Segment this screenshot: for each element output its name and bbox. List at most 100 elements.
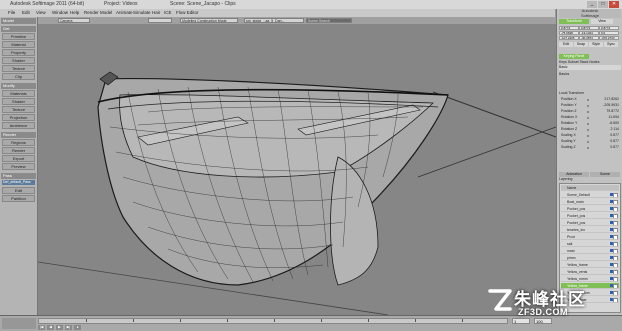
- select-check[interactable]: [613, 214, 618, 218]
- tab-view[interactable]: View: [591, 19, 613, 24]
- menu-animate[interactable]: Animate: [116, 9, 133, 17]
- param-rotation-x[interactable]: Rotation X 11.694: [561, 115, 621, 120]
- edit-tool[interactable]: Edit: [559, 42, 573, 47]
- export-button[interactable]: Export: [2, 155, 35, 162]
- menu-view[interactable]: View: [36, 9, 46, 17]
- select-check[interactable]: [613, 221, 618, 225]
- animation-dot[interactable]: [587, 122, 589, 125]
- explorer-filter[interactable]: Layering: [559, 177, 621, 182]
- keying-panel-button[interactable]: Keying Panel: [559, 54, 589, 59]
- param-position-x[interactable]: Position X 217.8262: [561, 97, 621, 102]
- shader-button[interactable]: Shader: [2, 57, 35, 64]
- select-check[interactable]: [613, 249, 618, 253]
- list-item[interactable]: Pocket_pos: [561, 206, 619, 212]
- select-check[interactable]: [613, 263, 618, 267]
- transform-field-7[interactable]: -107.2405: [559, 36, 579, 40]
- param-value[interactable]: 0.877: [597, 145, 619, 150]
- menu-simulate[interactable]: Simulate: [133, 9, 151, 17]
- pass-edit-button[interactable]: Edit: [2, 187, 35, 194]
- menu-help[interactable]: Help: [70, 9, 79, 17]
- style-tool[interactable]: Style: [589, 42, 603, 47]
- animation-dot[interactable]: [587, 128, 589, 131]
- select-check[interactable]: [613, 235, 618, 239]
- select-check[interactable]: [613, 242, 618, 246]
- param-value[interactable]: 0.877: [597, 139, 619, 144]
- animation-dot[interactable]: [587, 146, 589, 149]
- select-check[interactable]: [613, 193, 618, 197]
- menu-ice[interactable]: ICE: [164, 9, 172, 17]
- list-item[interactable]: mast: [561, 248, 619, 254]
- transform-field-4[interactable]: -75.6638: [559, 31, 579, 35]
- param-value[interactable]: 79.8772: [597, 109, 619, 114]
- transform-field-3[interactable]: 0.8774: [599, 26, 619, 30]
- list-item[interactable]: Yellow_frame: [561, 262, 619, 268]
- preview-button[interactable]: Preview: [2, 163, 35, 170]
- animation-dot[interactable]: [587, 116, 589, 119]
- ambience-button[interactable]: Ambience: [2, 122, 35, 129]
- animation-dot[interactable]: [587, 110, 589, 113]
- select-check[interactable]: [613, 270, 618, 274]
- transform-field-9[interactable]: -376.2733: [599, 36, 619, 40]
- section-local-transform[interactable]: Local Transform: [559, 91, 621, 96]
- snap-tool[interactable]: Snap: [574, 42, 588, 47]
- minimize-button[interactable]: _: [587, 1, 597, 8]
- animation-dot[interactable]: [587, 104, 589, 107]
- param-rotation-y[interactable]: Rotation Y -6.609: [561, 121, 621, 126]
- list-item[interactable]: pimm: [561, 255, 619, 261]
- list-item[interactable]: teraries_inc: [561, 227, 619, 233]
- animation-dot[interactable]: [587, 140, 589, 143]
- 3d-viewport[interactable]: Camera Modeling Construction Mode sm_sig…: [38, 17, 556, 315]
- select-check[interactable]: [613, 200, 618, 204]
- sync-tool[interactable]: Sync: [604, 42, 618, 47]
- transform-field-2[interactable]: 0.8774: [579, 26, 599, 30]
- texture-button[interactable]: Texture: [2, 65, 35, 72]
- play-backward-button[interactable]: ◀: [47, 325, 54, 330]
- menu-render[interactable]: Render: [84, 9, 99, 17]
- record-button[interactable]: ●: [74, 325, 81, 330]
- menu-edit[interactable]: Edit: [22, 9, 30, 17]
- list-item[interactable]: Pocket_pos: [561, 213, 619, 219]
- go-to-end-button[interactable]: ▶|: [65, 325, 72, 330]
- param-rotation-z[interactable]: Rotation Z 2.114: [561, 127, 621, 132]
- menu-flow-editor[interactable]: Flow Editor: [176, 9, 199, 17]
- param-value[interactable]: -6.609: [597, 121, 619, 126]
- regions-button[interactable]: Regions: [2, 139, 35, 146]
- pass-selector[interactable]: Def_default_Pass: [2, 180, 35, 185]
- partition-button[interactable]: Partition: [2, 195, 35, 202]
- clip-button[interactable]: Clip: [2, 73, 35, 80]
- select-check[interactable]: [613, 228, 618, 232]
- select-check[interactable]: [613, 207, 618, 211]
- tab-transform[interactable]: Transform: [559, 19, 589, 24]
- panel-mode-header[interactable]: Model: [1, 18, 36, 24]
- param-scaling-x[interactable]: Scaling X 0.877: [561, 133, 621, 138]
- menu-window[interactable]: Window: [52, 9, 68, 17]
- param-value[interactable]: 217.8262: [597, 97, 619, 102]
- list-item[interactable]: sail: [561, 241, 619, 247]
- play-button[interactable]: ▶: [56, 325, 63, 330]
- param-scaling-z[interactable]: Scaling Z 0.877: [561, 145, 621, 150]
- param-value[interactable]: 11.694: [597, 115, 619, 120]
- go-to-start-button[interactable]: |◀: [38, 325, 45, 330]
- animation-dot[interactable]: [587, 98, 589, 101]
- section-basics[interactable]: Basics: [559, 72, 621, 77]
- menu-model[interactable]: Model: [100, 9, 112, 17]
- modify-shader-button[interactable]: Shader: [2, 98, 35, 105]
- param-value[interactable]: 2.114: [597, 127, 620, 132]
- property-button[interactable]: Property: [2, 49, 35, 56]
- transform-field-6[interactable]: 0.0: [599, 31, 619, 35]
- list-item[interactable]: Yellow_mmm: [561, 276, 619, 282]
- render-button[interactable]: Render: [2, 147, 35, 154]
- list-item[interactable]: Pivot: [561, 234, 619, 240]
- material-button[interactable]: Material: [2, 41, 35, 48]
- transform-field-8[interactable]: -30.3874: [579, 36, 599, 40]
- param-value[interactable]: -205.5931: [597, 103, 619, 108]
- timeline-track[interactable]: [38, 318, 508, 324]
- menu-file[interactable]: File: [8, 9, 15, 17]
- animation-dot[interactable]: [587, 134, 589, 137]
- primitive-button[interactable]: Primitive: [2, 33, 35, 40]
- modify-texture-button[interactable]: Texture: [2, 106, 35, 113]
- menu-hair[interactable]: Hair: [152, 9, 160, 17]
- list-item[interactable]: Yellow_vents: [561, 269, 619, 275]
- list-item[interactable]: Boat_main: [561, 199, 619, 205]
- param-value[interactable]: 0.877: [597, 133, 619, 138]
